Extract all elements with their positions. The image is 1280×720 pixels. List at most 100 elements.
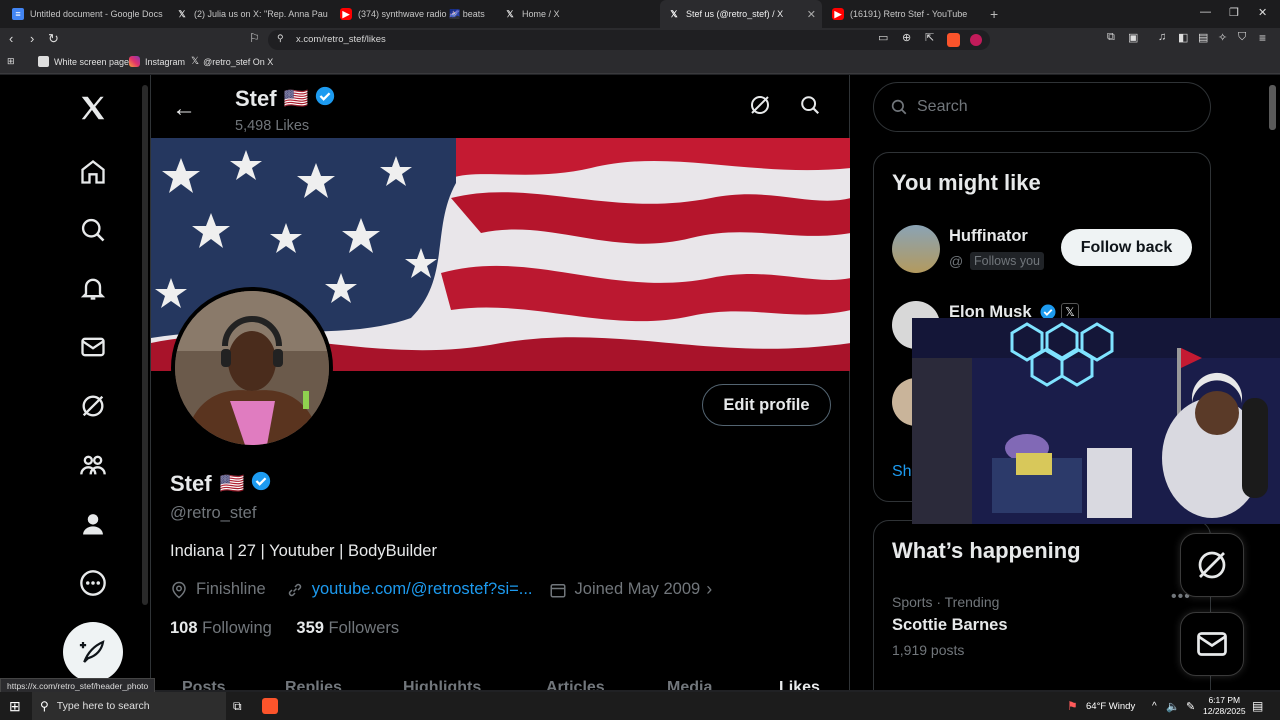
new-tab-button[interactable]: + [990, 6, 998, 22]
tab-stef-profile[interactable]: 𝕏 Stef us (@retro_stef) / X ✕ [660, 0, 822, 28]
bookmark-icon[interactable]: ⚐ [249, 31, 260, 45]
brave-rewards-icon[interactable] [970, 34, 982, 46]
tab-media[interactable]: Media [667, 679, 712, 690]
weather-icon[interactable]: ⚑ [1067, 692, 1078, 720]
tab-articles[interactable]: Articles [546, 679, 605, 690]
back-arrow-icon[interactable]: ← [172, 95, 196, 123]
grok-icon[interactable] [78, 391, 108, 421]
tab-title: (2) Julia us on X: "Rep. Anna Paulina [194, 9, 328, 19]
tab-home-x[interactable]: 𝕏 Home / X [496, 0, 656, 28]
left-scrollbar[interactable] [142, 85, 148, 605]
bookmark-retro-stef-x[interactable]: 𝕏 @retro_stef On X [191, 56, 273, 67]
messages-floating-button[interactable] [1180, 612, 1244, 676]
forward-icon[interactable]: › [30, 31, 34, 46]
messages-mail-icon[interactable] [78, 332, 108, 362]
x-logo-icon[interactable] [76, 91, 110, 125]
vpn-icon[interactable]: ⛉ [1238, 31, 1246, 44]
x-icon: 𝕏 [178, 8, 186, 19]
show-hidden-icons-icon[interactable]: ^ [1152, 692, 1157, 720]
profile-tabs: Posts Replies Highlights Articles Media … [151, 671, 851, 690]
bookmarks-bar: ⊞ White screen page Instagram 𝕏 @retro_s… [0, 52, 1280, 74]
wallet-icon[interactable]: ▤ [1198, 31, 1208, 44]
tab-replies[interactable]: Replies [285, 679, 342, 690]
volume-icon[interactable]: 🔈 [1166, 692, 1180, 720]
profile-bio: Indiana | 27 | Youtuber | BodyBuilder [170, 542, 437, 560]
profile-avatar[interactable] [171, 287, 333, 449]
bookmark-instagram[interactable]: Instagram [129, 56, 185, 67]
url-text: x.com/retro_stef/likes [296, 34, 386, 45]
clock-date: 12/28/2025 [1203, 706, 1246, 716]
likes-count: 5,498 Likes [235, 118, 310, 134]
task-view-icon[interactable]: ⧉ [233, 692, 242, 720]
brave-shields-icon[interactable] [947, 33, 960, 47]
search-icon [891, 99, 907, 115]
notifications-icon[interactable]: ▤ [1252, 692, 1263, 720]
media-icon[interactable]: ♫ [1158, 31, 1166, 43]
bookmark-white-screen[interactable]: White screen page [38, 56, 129, 67]
edit-profile-button[interactable]: Edit profile [702, 384, 831, 426]
reader-icon[interactable]: ▭ [878, 31, 888, 44]
brave-browser-taskbar-icon[interactable] [262, 692, 278, 720]
search-box[interactable]: Search [873, 82, 1211, 132]
following-count: 108 [170, 619, 198, 637]
reload-icon[interactable]: ↻ [48, 31, 59, 47]
windows-taskbar: ⊞ ⚲ Type here to search ⧉ ⚑ 64°F Windy ^… [0, 692, 1280, 720]
tab-title: Home / X [522, 9, 560, 19]
taskbar-search-box[interactable]: ⚲ Type here to search [32, 692, 226, 720]
apps-grid-icon[interactable]: ⊞ [7, 56, 15, 67]
show-more-link[interactable]: Sh [892, 463, 912, 481]
suggested-user-name[interactable]: Huffinator [949, 227, 1028, 246]
leo-ai-icon[interactable]: ✧ [1218, 31, 1227, 44]
profile-name: Stef [170, 470, 212, 496]
share-icon[interactable]: ⇱ [925, 31, 934, 44]
search-profile-icon[interactable] [799, 94, 821, 121]
following-link[interactable]: 108 Following [170, 619, 272, 637]
whats-happening-card: What’s happening Sports · Trending Scott… [873, 520, 1211, 690]
screenshot-icon[interactable]: ▣ [1128, 31, 1138, 44]
compose-post-button[interactable] [63, 622, 123, 682]
tab-retro-stef-youtube[interactable]: ▶ (16191) Retro Stef - YouTube [824, 0, 984, 28]
tab-posts[interactable]: Posts [182, 679, 226, 690]
grok-floating-button[interactable] [1180, 533, 1244, 597]
profile-person-icon[interactable] [78, 509, 108, 539]
home-icon[interactable] [78, 157, 108, 187]
extensions-icon[interactable]: ⧉ [1107, 31, 1115, 44]
page-scrollbar[interactable] [1269, 85, 1276, 130]
profile-location: Finishline [196, 580, 266, 598]
tab-synthwave[interactable]: ▶ (374) synthwave radio 🌌 beats [332, 0, 492, 28]
tab-julia-x[interactable]: 𝕏 (2) Julia us on X: "Rep. Anna Paulina [168, 0, 328, 28]
site-info-icon[interactable]: ⚲ [277, 33, 284, 44]
grok-header-icon[interactable] [748, 93, 772, 122]
close-window-icon[interactable]: ✕ [1258, 6, 1267, 19]
chevron-right-icon[interactable]: › [706, 579, 712, 600]
more-options-icon[interactable] [78, 568, 108, 598]
explore-search-icon[interactable] [78, 215, 108, 245]
sidebar-toggle-icon[interactable]: ◧ [1178, 31, 1188, 44]
huffinator-avatar[interactable] [892, 225, 940, 273]
minimize-icon[interactable]: — [1200, 6, 1211, 18]
tab-highlights[interactable]: Highlights [403, 679, 481, 690]
taskbar-clock[interactable]: 6:17 PM 12/28/2025 [1203, 692, 1246, 720]
pen-icon[interactable]: ✎ [1186, 692, 1195, 720]
tab-google-docs[interactable]: ≡ Untitled document - Google Docs [4, 0, 164, 28]
weather-text[interactable]: 64°F Windy [1086, 692, 1135, 720]
windows-start-icon[interactable]: ⊞ [9, 692, 21, 720]
zoom-icon[interactable]: ⊕ [902, 31, 911, 44]
calendar-icon [550, 583, 566, 597]
profile-website-link[interactable]: youtube.com/@retrostef?si=... [312, 580, 533, 599]
follow-back-button[interactable]: Follow back [1061, 229, 1192, 266]
followers-count: 359 [296, 619, 324, 637]
close-tab-icon[interactable]: ✕ [801, 8, 816, 21]
following-label: Following [202, 619, 272, 637]
instagram-icon [129, 56, 140, 67]
followers-link[interactable]: 359 Followers [296, 619, 399, 637]
back-icon[interactable]: ‹ [9, 31, 13, 46]
menu-icon[interactable]: ≡ [1259, 31, 1266, 45]
trend-topic[interactable]: Scottie Barnes [892, 616, 1008, 635]
profile-meta-row: Finishline youtube.com/@retrostef?si=...… [170, 579, 712, 600]
verified-badge-icon[interactable] [250, 470, 272, 497]
communities-icon[interactable] [78, 450, 108, 480]
restore-icon[interactable]: ❐ [1229, 6, 1239, 19]
tab-likes[interactable]: Likes [779, 679, 820, 690]
notifications-bell-icon[interactable] [78, 273, 108, 303]
